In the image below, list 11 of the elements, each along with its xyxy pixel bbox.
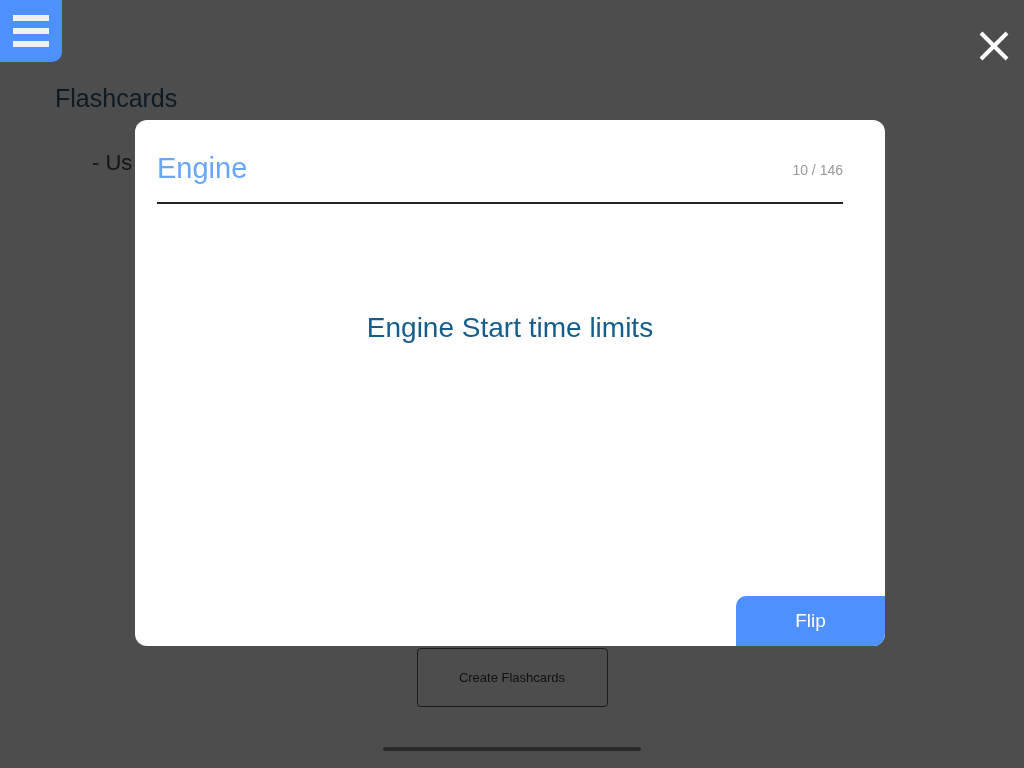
page-title: Flashcards [55,84,178,113]
create-flashcards-button[interactable]: Create Flashcards [416,648,608,707]
close-icon [979,31,1009,61]
close-button[interactable] [978,30,1010,62]
card-prompt: Engine Start time limits [366,312,654,344]
intro-text: - Us [92,150,133,176]
card-category: Engine [157,152,248,185]
menu-icon [13,15,49,47]
card-counter: 10 / 146 [792,162,843,178]
flip-button[interactable]: Flip [736,596,885,646]
menu-button[interactable] [0,0,62,62]
